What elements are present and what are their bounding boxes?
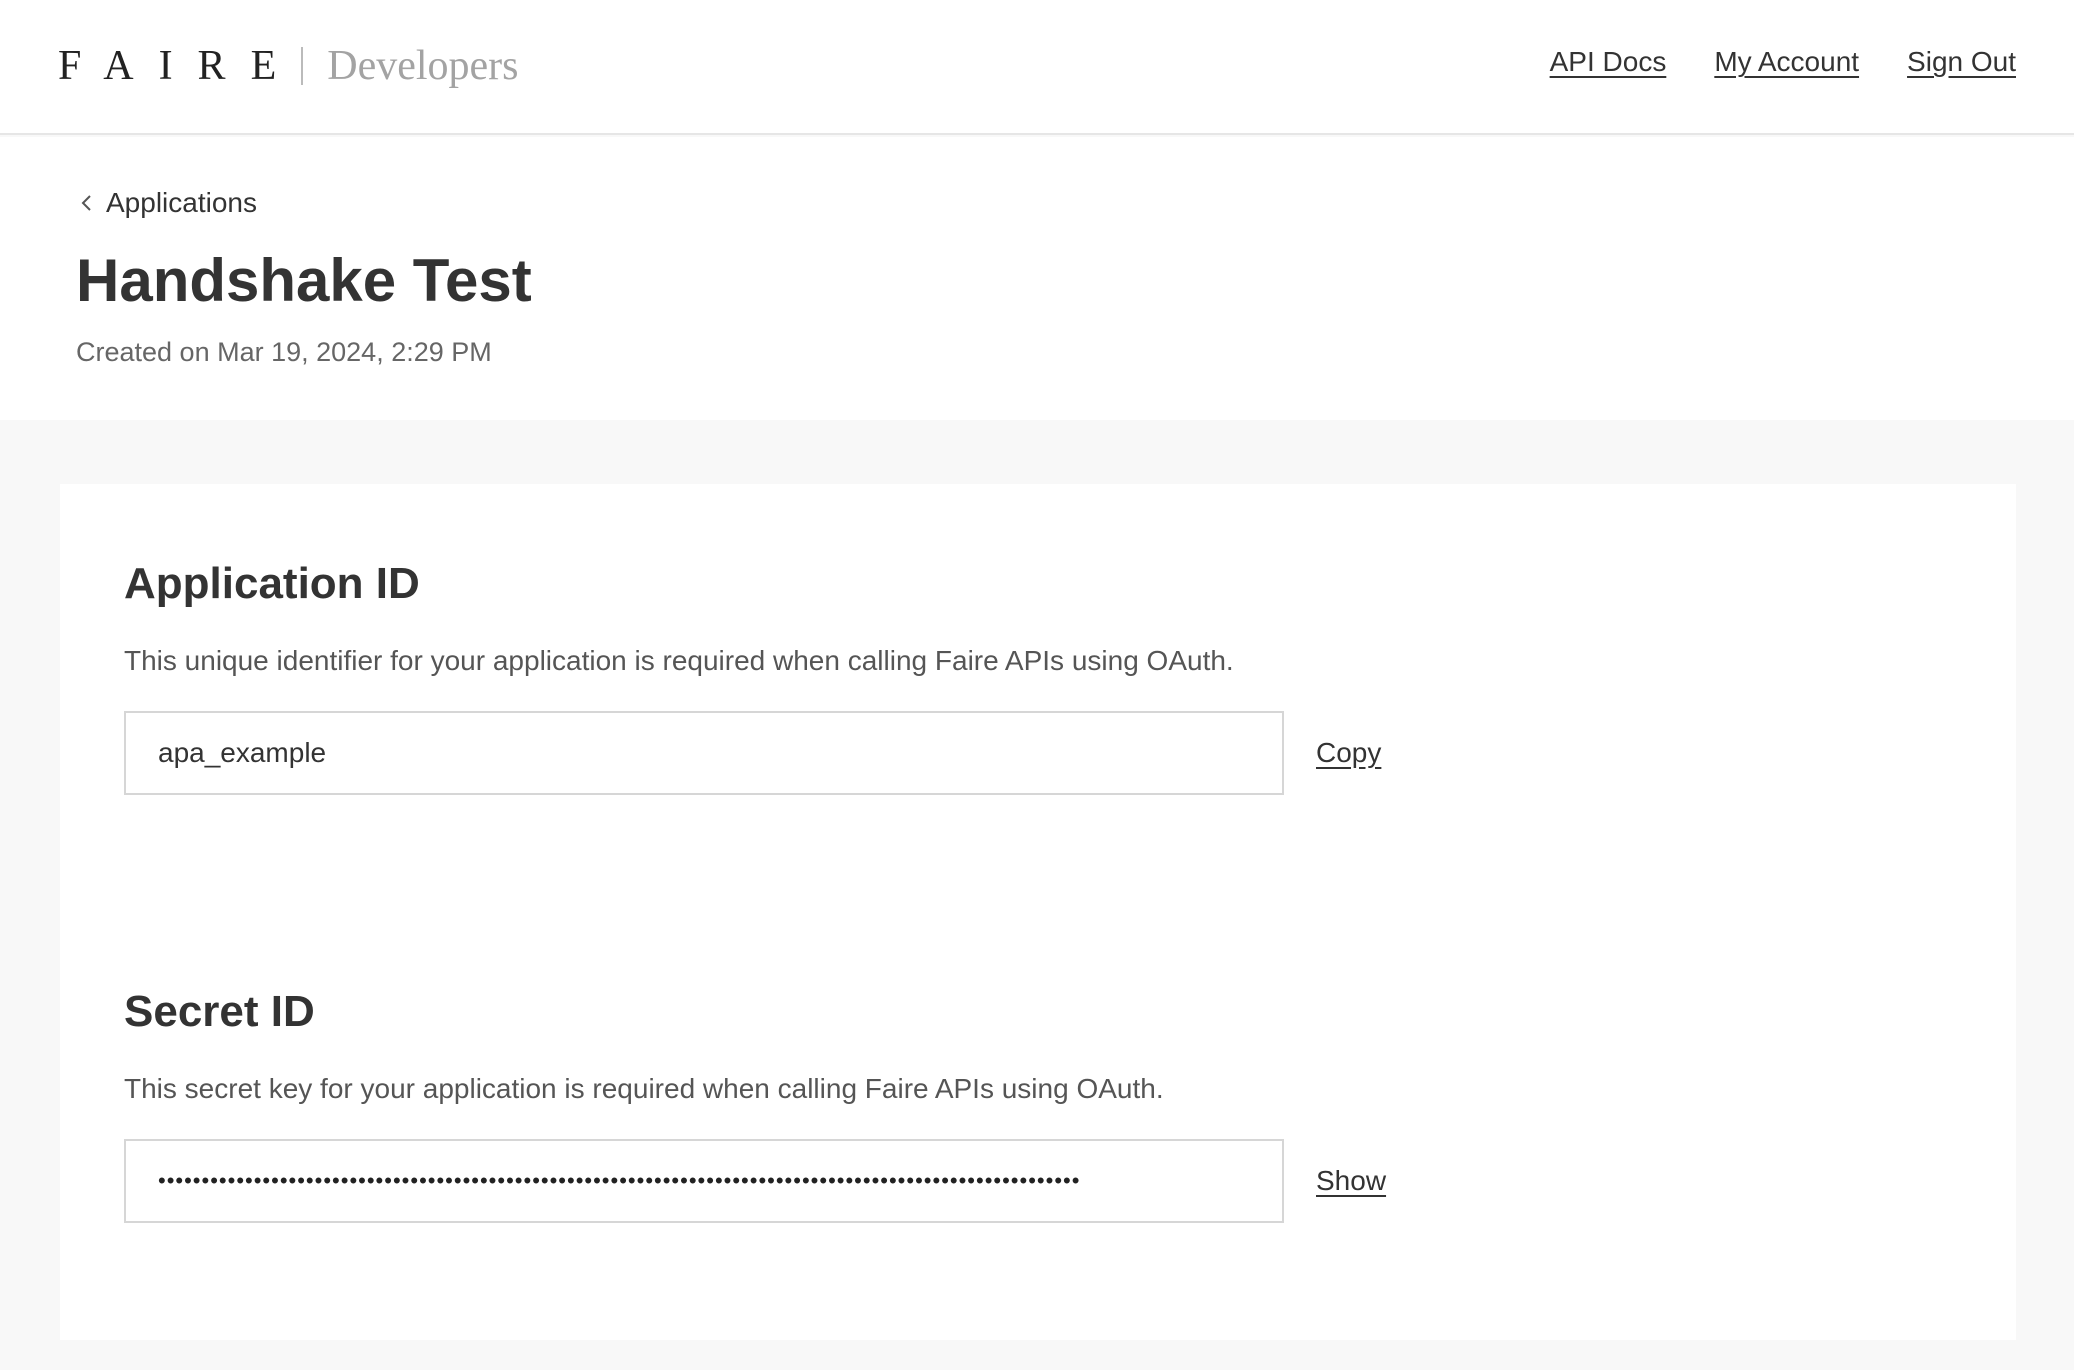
api-docs-link[interactable]: API Docs — [1550, 46, 1667, 78]
application-id-section: Application ID This unique identifier fo… — [124, 558, 1724, 795]
created-timestamp: Created on Mar 19, 2024, 2:29 PM — [76, 337, 492, 367]
secret-id-row: ••••••••••••••••••••••••••••••••••••••••… — [124, 1138, 1724, 1223]
top-navigation-bar: FAIRE Developers API Docs My Account Sig… — [0, 0, 2074, 135]
secret-id-description: This secret key for your application is … — [124, 1072, 1164, 1104]
secret-id-heading: Secret ID — [124, 987, 315, 1036]
chevron-left-icon — [76, 191, 96, 215]
brand[interactable]: FAIRE Developers — [58, 38, 519, 94]
breadcrumb-back-applications[interactable]: Applications — [76, 187, 257, 219]
faire-logo[interactable]: FAIRE — [58, 45, 301, 87]
secret-id-field[interactable]: ••••••••••••••••••••••••••••••••••••••••… — [124, 1138, 1284, 1223]
brand-divider — [301, 47, 304, 85]
show-secret-button[interactable]: Show — [1316, 1165, 1386, 1197]
page-title: Handshake Test — [76, 247, 532, 314]
secret-id-section: Secret ID This secret key for your appli… — [124, 986, 1724, 1223]
brand-subtitle[interactable]: Developers — [327, 45, 518, 87]
top-nav-links: API Docs My Account Sign Out — [1550, 46, 2016, 78]
application-id-field[interactable]: apa_example — [124, 710, 1284, 795]
application-id-row: apa_example Copy — [124, 710, 1724, 795]
my-account-link[interactable]: My Account — [1714, 46, 1859, 78]
copy-button[interactable]: Copy — [1316, 737, 1381, 769]
credentials-card: Application ID This unique identifier fo… — [60, 484, 2016, 1340]
application-id-heading: Application ID — [124, 559, 420, 608]
breadcrumb-label: Applications — [106, 187, 257, 218]
page-header: Applications Handshake Test Created on M… — [0, 137, 2074, 420]
sign-out-link[interactable]: Sign Out — [1907, 46, 2016, 78]
application-id-description: This unique identifier for your applicat… — [124, 644, 1234, 676]
